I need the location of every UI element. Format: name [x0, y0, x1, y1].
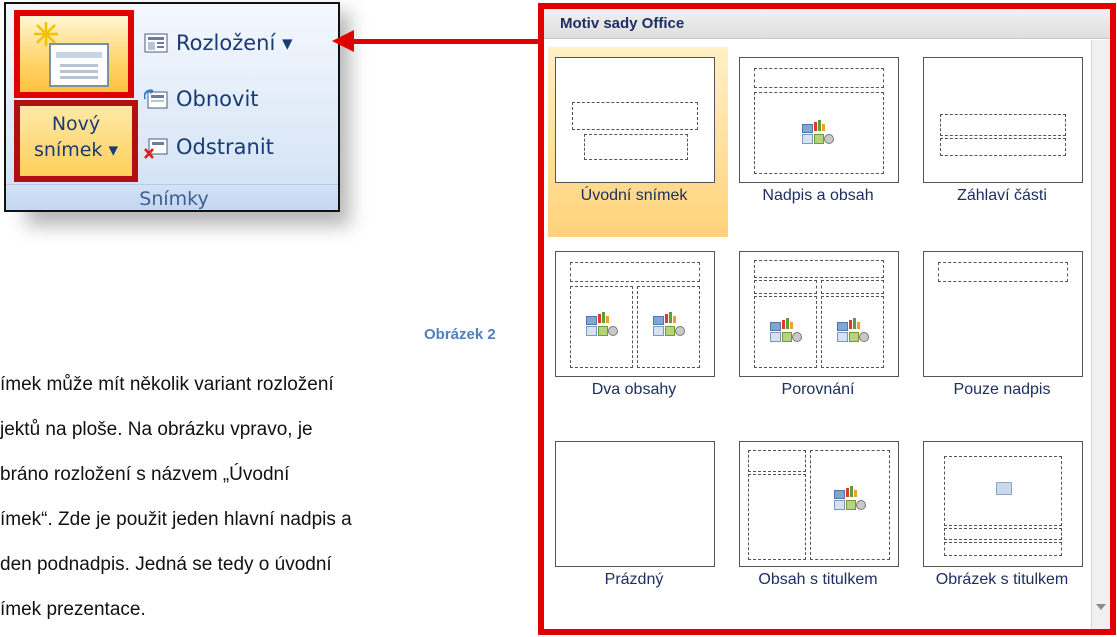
- new-slide-label-line1: Nový: [51, 113, 101, 135]
- layout-thumbnail: [923, 251, 1083, 377]
- layout-thumbnail: [739, 251, 899, 377]
- delete-button[interactable]: Odstranit: [144, 132, 274, 162]
- new-slide-label-line2: snímek ▾: [34, 139, 118, 161]
- layout-tile-picture-caption[interactable]: Obrázek s titulkem: [916, 431, 1096, 621]
- layout-tile-section-header[interactable]: Záhlaví části: [916, 47, 1096, 237]
- paragraph-line: den podnadpis. Jedná se tedy o úvodní: [0, 554, 332, 575]
- new-slide-button[interactable]: [14, 10, 134, 98]
- reset-label: Obnovit: [176, 87, 259, 111]
- layout-thumbnail: [555, 441, 715, 567]
- layout-thumbnail: [555, 57, 715, 183]
- layout-tile-comparison[interactable]: Porovnání: [732, 241, 912, 431]
- layout-label: Prázdný: [604, 571, 664, 588]
- layout-tile-title-content[interactable]: Nadpis a obsah: [732, 47, 912, 237]
- layout-label: Pouze nadpis: [953, 381, 1051, 398]
- new-slide-dropdown[interactable]: Nový snímek ▾: [14, 100, 138, 182]
- new-slide-icon: [34, 22, 109, 87]
- group-label: Snímky: [6, 184, 338, 210]
- layout-gallery: Motiv sady Office Úvodní snímek Nadpis a…: [538, 3, 1116, 635]
- layout-label: Rozložení ▾: [176, 31, 293, 55]
- layout-thumbnail: [923, 441, 1083, 567]
- layout-label: Porovnání: [781, 381, 855, 398]
- content-placeholder-icon: [837, 318, 869, 342]
- picture-placeholder-icon: [996, 482, 1012, 495]
- layout-tile-blank[interactable]: Prázdný: [548, 431, 728, 621]
- paragraph-line: bráno rozložení s názvem „Úvodní: [0, 464, 290, 485]
- slides-ribbon-group: Nový snímek ▾ Rozložení ▾ Obnovit Odstra…: [4, 2, 340, 212]
- content-placeholder-icon: [802, 120, 834, 144]
- layout-thumbnail: [739, 57, 899, 183]
- scroll-down-icon[interactable]: [1096, 604, 1106, 610]
- content-placeholder-icon: [653, 312, 685, 336]
- reset-icon: [143, 89, 168, 109]
- reset-button[interactable]: Obnovit: [143, 84, 259, 114]
- content-placeholder-icon: [586, 312, 618, 336]
- pointer-arrow-line: [352, 39, 540, 44]
- layout-label: Obsah s titulkem: [758, 571, 878, 588]
- figure-caption: Obrázek 2: [424, 326, 496, 343]
- paragraph-line: ímek prezentace.: [0, 599, 146, 620]
- layout-label: Dva obsahy: [591, 381, 677, 398]
- pointer-arrow-head: [332, 30, 354, 52]
- layout-label: Úvodní snímek: [580, 187, 688, 204]
- content-placeholder-icon: [770, 318, 802, 342]
- delete-label: Odstranit: [176, 135, 274, 159]
- content-placeholder-icon: [834, 486, 866, 510]
- layout-tile-content-caption[interactable]: Obsah s titulkem: [732, 431, 912, 621]
- layout-thumbnail: [555, 251, 715, 377]
- layout-label: Obrázek s titulkem: [935, 571, 1069, 588]
- layout-thumbnail: [739, 441, 899, 567]
- layout-thumbnail: [923, 57, 1083, 183]
- layout-tile-title-slide[interactable]: Úvodní snímek: [548, 47, 728, 237]
- layout-label: Záhlaví části: [957, 187, 1047, 204]
- paragraph-line: jektů na ploše. Na obrázku vpravo, je: [0, 419, 313, 440]
- layout-icon: [144, 33, 168, 53]
- delete-slide-icon: [144, 137, 168, 159]
- paragraph-line: ímek“. Zde je použit jeden hlavní nadpis…: [0, 509, 352, 530]
- layout-label: Nadpis a obsah: [762, 187, 874, 204]
- layout-tile-two-content[interactable]: Dva obsahy: [548, 241, 728, 431]
- layout-tile-title-only[interactable]: Pouze nadpis: [916, 241, 1096, 431]
- gallery-title: Motiv sady Office: [544, 9, 1110, 39]
- gallery-scrollbar[interactable]: [1091, 40, 1110, 629]
- layout-button[interactable]: Rozložení ▾: [144, 28, 293, 58]
- paragraph-line: ímek může mít několik variant rozložení: [0, 374, 334, 395]
